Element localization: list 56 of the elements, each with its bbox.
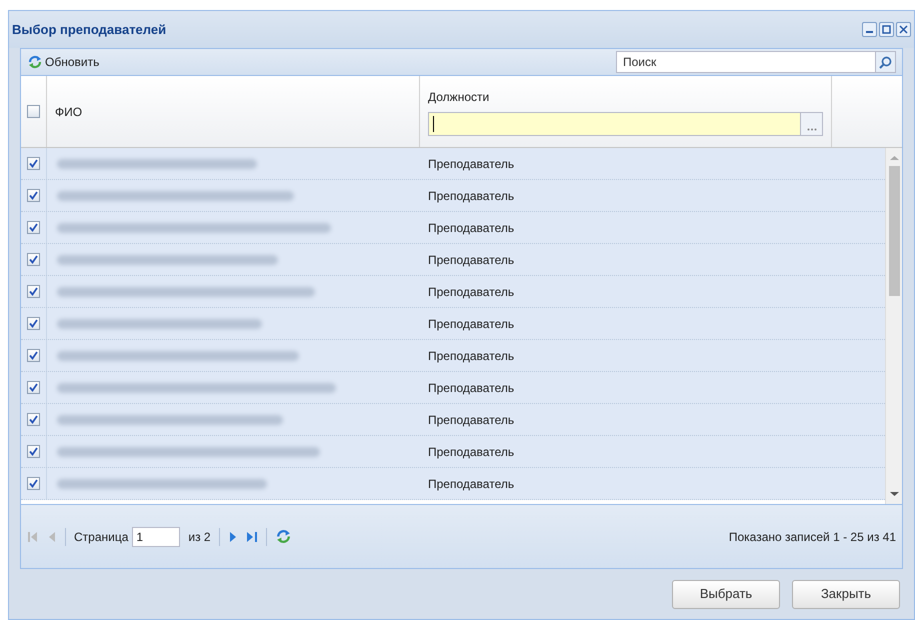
column-header[interactable]: Должности xyxy=(428,88,823,106)
next-page-icon[interactable] xyxy=(228,530,238,542)
checkbox[interactable] xyxy=(27,445,40,458)
table-row[interactable]: Преподаватель xyxy=(21,244,885,276)
refresh-icon xyxy=(27,54,43,70)
page-label: Страница xyxy=(74,528,128,546)
window-title: Выбор преподавателей xyxy=(12,20,166,39)
refresh-button[interactable]: Обновить xyxy=(27,53,100,71)
checkbox[interactable] xyxy=(27,105,40,118)
table-cell-text: Преподаватель xyxy=(428,156,514,172)
table-row[interactable]: Преподаватель xyxy=(21,372,885,404)
table-row[interactable]: Преподаватель xyxy=(21,404,885,436)
checkbox[interactable] xyxy=(27,477,40,490)
table-cell-text: Преподаватель xyxy=(428,348,514,364)
table-row[interactable]: Преподаватель xyxy=(21,148,885,180)
table-cell-text: Преподаватель xyxy=(428,252,514,268)
checkbox[interactable] xyxy=(27,221,40,234)
table-cell-text: Преподаватель xyxy=(428,220,514,236)
records-summary: Показано записей 1 - 25 из 41 xyxy=(728,528,896,546)
table-cell-text: Преподаватель xyxy=(428,444,514,460)
checkbox[interactable] xyxy=(27,285,40,298)
scrollbar[interactable] xyxy=(885,148,902,504)
dialog-button[interactable]: Выбрать xyxy=(672,580,780,608)
scrollbar-thumb[interactable] xyxy=(888,166,900,296)
search-icon[interactable] xyxy=(876,51,896,73)
search-field[interactable]: Поиск xyxy=(616,51,876,73)
page-input[interactable]: 1 xyxy=(132,526,180,546)
table-row[interactable]: Преподаватель xyxy=(21,436,885,468)
table-row[interactable]: Преподаватель xyxy=(21,308,885,340)
table-cell-text: Преподаватель xyxy=(428,316,514,332)
table-cell-text: Преподаватель xyxy=(428,188,514,204)
table-row[interactable]: Преподаватель xyxy=(21,180,885,212)
checkbox[interactable] xyxy=(27,381,40,394)
column-header[interactable]: ФИО xyxy=(55,102,82,120)
checkbox[interactable] xyxy=(27,349,40,362)
close-icon[interactable] xyxy=(896,22,911,37)
page-count: из 2 xyxy=(188,528,211,546)
dialog-button[interactable]: Закрыть xyxy=(792,580,900,608)
table-cell-text: Преподаватель xyxy=(428,380,514,396)
refresh-icon xyxy=(274,528,292,545)
table-row[interactable]: Преподаватель xyxy=(21,340,885,372)
checkbox[interactable] xyxy=(27,253,40,266)
table-row[interactable]: Преподаватель xyxy=(21,468,885,500)
checkbox[interactable] xyxy=(27,189,40,202)
table-cell-text: Преподаватель xyxy=(428,284,514,300)
table-row[interactable]: Преподаватель xyxy=(21,212,885,244)
minimize-icon[interactable] xyxy=(862,22,877,37)
checkbox[interactable] xyxy=(27,413,40,426)
filter-field[interactable] xyxy=(428,112,801,136)
last-page-icon[interactable] xyxy=(246,530,258,542)
table-cell-text: Преподаватель xyxy=(428,476,514,492)
checkbox[interactable] xyxy=(27,157,40,170)
maximize-icon[interactable] xyxy=(879,22,894,37)
table-row[interactable]: Преподаватель xyxy=(21,276,885,308)
checkbox[interactable] xyxy=(27,317,40,330)
table-cell-text: Преподаватель xyxy=(428,412,514,428)
